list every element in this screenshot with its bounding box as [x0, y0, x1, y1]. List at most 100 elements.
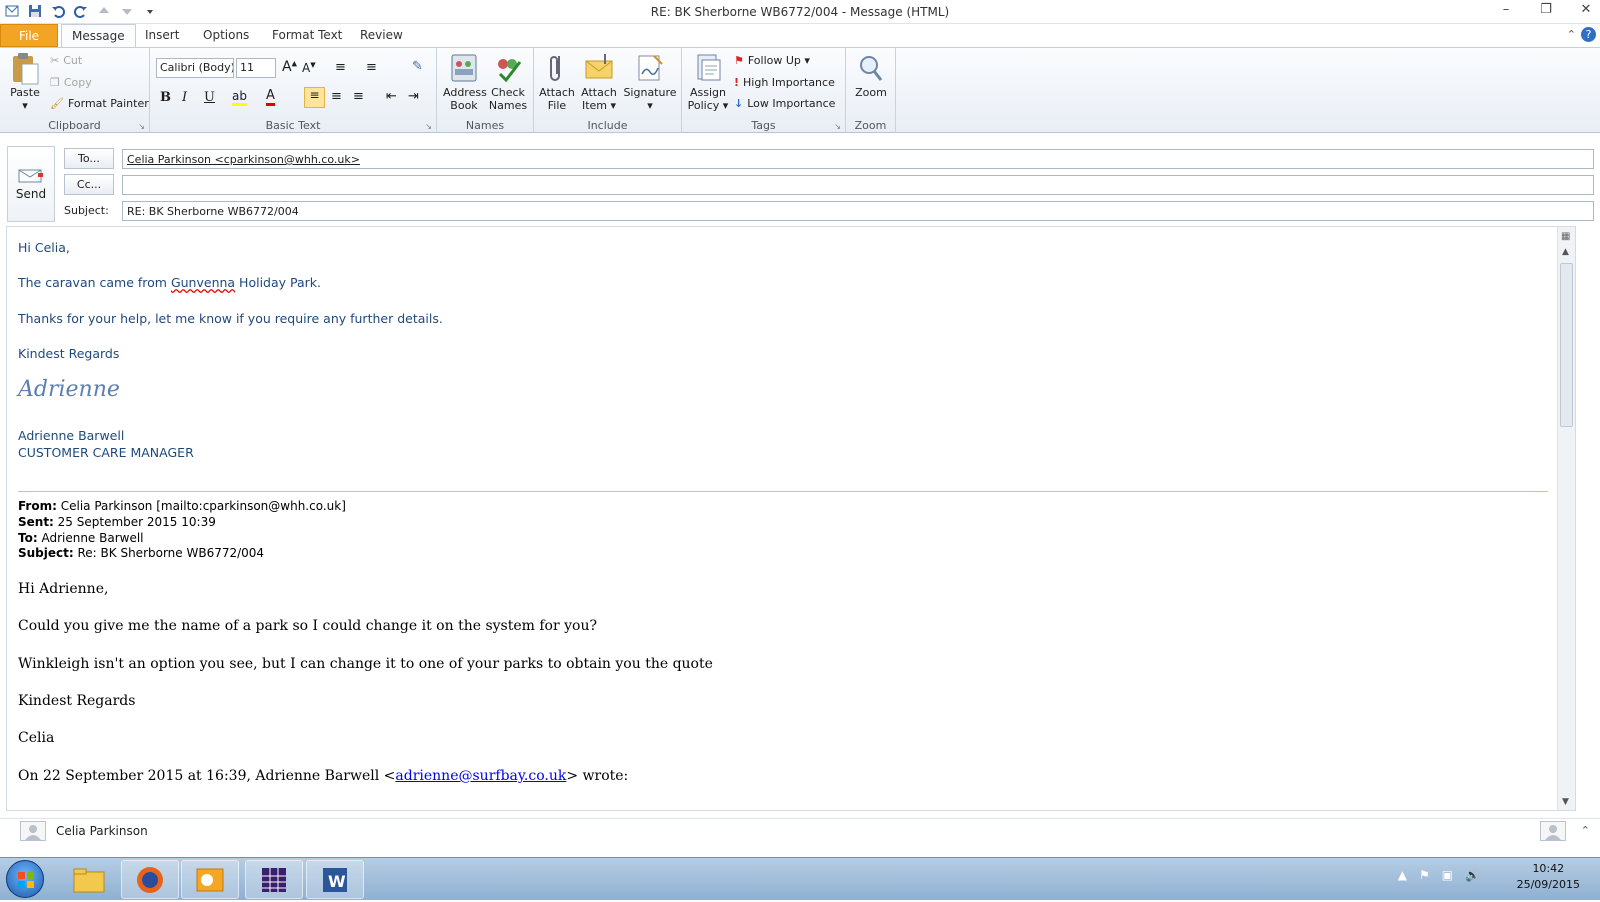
tab-file[interactable]: File [0, 24, 58, 47]
high-importance-button[interactable]: ! High Importance [734, 76, 835, 89]
taskbar: W ▲ ⚑ ▣ 🔊 10:42 25/09/2015 [0, 857, 1600, 900]
restore-icon[interactable]: ❐ [1538, 2, 1554, 17]
signature-icon [634, 52, 666, 84]
attach-file-label-1: Attach [539, 86, 575, 99]
outlook-taskbar-icon[interactable] [181, 860, 239, 899]
paste-button[interactable]: Paste ▾ [6, 52, 44, 112]
quote-divider [18, 491, 1548, 492]
highlight-icon[interactable]: ab [232, 89, 247, 106]
network-icon[interactable]: ▣ [1442, 868, 1453, 882]
font-color-icon[interactable]: A [266, 88, 275, 106]
dialog-launcher-icon[interactable]: ↘ [425, 122, 432, 131]
minimize-icon[interactable]: – [1498, 2, 1514, 17]
action-center-flag-icon[interactable]: ⚑ [1419, 868, 1430, 882]
check-names-button[interactable]: Check Names [487, 52, 529, 112]
format-painter-label: Format Painter [67, 97, 149, 110]
italic-icon[interactable]: I [182, 90, 187, 105]
tab-insert[interactable]: Insert [135, 24, 189, 47]
cc-field[interactable] [122, 175, 1594, 195]
cut-button[interactable]: ✂ Cut [50, 54, 82, 67]
font-name-select[interactable]: Calibri (Body) [156, 58, 234, 78]
volume-icon[interactable]: 🔊 [1465, 868, 1480, 882]
cc-button[interactable]: Cc... [64, 174, 114, 195]
quoted-to-label: To: [18, 531, 38, 545]
check-names-label-1: Check [491, 86, 525, 99]
signature-name: Adrienne Barwell [18, 428, 125, 443]
magnifier-icon [855, 52, 887, 84]
bullets-icon[interactable]: ≡ [335, 60, 346, 75]
body-line-1: The caravan came from Gunvenna Holiday P… [18, 275, 321, 290]
quoted-sent: Sent: 25 September 2015 10:39 [18, 515, 216, 529]
send-button[interactable]: Send [7, 146, 55, 222]
svg-text:W: W [328, 872, 346, 891]
include-group: Attach File Attach Item ▾ Signature ▾ In… [534, 48, 682, 134]
underline-icon[interactable]: U [204, 90, 215, 105]
word-icon[interactable]: W [306, 860, 364, 899]
file-explorer-icon[interactable] [60, 860, 118, 899]
attach-file-button[interactable]: Attach File [538, 52, 576, 112]
email-link[interactable]: adrienne@surfbay.co.uk [395, 768, 566, 784]
calendar-app-icon[interactable] [245, 860, 303, 899]
start-button[interactable] [6, 860, 44, 898]
vertical-scrollbar[interactable]: ▦ ▲ ▼ [1557, 227, 1575, 810]
to-button[interactable]: To... [64, 148, 114, 169]
expand-people-pane-icon[interactable]: ⌃ [1581, 824, 1590, 837]
tab-review[interactable]: Review [350, 24, 413, 47]
subject-field[interactable]: RE: BK Sherborne WB6772/004 [122, 201, 1594, 221]
tags-group-label: Tags [751, 119, 776, 132]
to-field[interactable]: Celia Parkinson <cparkinson@whh.co.uk> [122, 149, 1594, 169]
avatar[interactable] [1540, 821, 1566, 841]
dialog-launcher-icon[interactable]: ↘ [834, 122, 841, 131]
align-right-icon[interactable]: ≡ [353, 89, 364, 104]
ruler-toggle-icon[interactable]: ▦ [1561, 231, 1570, 242]
scroll-down-icon[interactable]: ▼ [1562, 797, 1569, 807]
format-painter-button[interactable]: 🖌 Format Painter [50, 97, 149, 110]
avatar[interactable] [20, 821, 46, 841]
minimize-ribbon-icon[interactable]: ⌃ [1567, 28, 1576, 41]
clipboard-group-label: Clipboard [48, 119, 101, 132]
tab-message[interactable]: Message [61, 24, 136, 47]
close-icon[interactable]: ✕ [1578, 2, 1594, 17]
grow-font-icon[interactable]: A▲ [282, 59, 297, 75]
tab-options[interactable]: Options [193, 24, 259, 47]
firefox-icon[interactable] [121, 860, 179, 899]
font-size-select[interactable]: 11 [236, 58, 276, 78]
address-book-button[interactable]: Address Book [443, 52, 487, 112]
message-body[interactable]: Hi Celia, The caravan came from Gunvenna… [6, 226, 1576, 811]
decrease-indent-icon[interactable]: ⇤ [386, 89, 397, 104]
quoted-line-2: Winkleigh isn't an option you see, but I… [18, 656, 713, 672]
zoom-button[interactable]: Zoom [850, 52, 892, 99]
dialog-launcher-icon[interactable]: ↘ [138, 122, 145, 131]
shrink-font-icon[interactable]: A▼ [302, 61, 316, 75]
assign-policy-button[interactable]: Assign Policy ▾ [686, 52, 730, 112]
misspelled-word[interactable]: Gunvenna [171, 275, 235, 290]
increase-indent-icon[interactable]: ⇥ [408, 89, 419, 104]
check-names-label-2: Names [488, 99, 528, 112]
align-center-icon[interactable]: ≡ [331, 89, 342, 104]
help-icon[interactable]: ? [1581, 27, 1596, 42]
contact-name[interactable]: Celia Parkinson [56, 824, 148, 838]
attach-item-button[interactable]: Attach Item ▾ [578, 52, 620, 112]
assign-policy-label-2: Policy ▾ [687, 99, 729, 112]
follow-up-button[interactable]: ⚑ Follow Up ▾ [734, 54, 810, 67]
align-left-icon[interactable]: ≡ [304, 87, 325, 108]
clock[interactable]: 10:42 25/09/2015 [1517, 861, 1580, 893]
quoted-from-label: From: [18, 499, 57, 513]
down-arrow-icon: ↓ [734, 97, 744, 110]
scroll-up-icon[interactable]: ▲ [1562, 247, 1569, 257]
signature-button[interactable]: Signature ▾ [622, 52, 678, 112]
styles-icon[interactable]: ✎ [412, 59, 423, 74]
low-importance-button[interactable]: ↓ Low Importance [734, 97, 835, 110]
to-recipient[interactable]: Celia Parkinson <cparkinson@whh.co.uk> [127, 153, 360, 166]
ribbon: Paste ▾ ✂ Cut ❐ Copy 🖌 Format Painter Clipb… [0, 47, 1600, 134]
bold-icon[interactable]: B [160, 90, 171, 105]
show-hidden-icons-icon[interactable]: ▲ [1398, 868, 1407, 882]
scroll-thumb[interactable] [1560, 263, 1573, 427]
basic-text-group-label: Basic Text [265, 119, 321, 132]
address-book-icon [448, 52, 480, 84]
tab-format-text[interactable]: Format Text [262, 24, 352, 47]
body-line-1-c: Holiday Park. [235, 275, 321, 290]
quoted-subject: Subject: Re: BK Sherborne WB6772/004 [18, 546, 264, 560]
copy-button[interactable]: ❐ Copy [50, 76, 92, 89]
numbering-icon[interactable]: ≡ [366, 60, 377, 75]
